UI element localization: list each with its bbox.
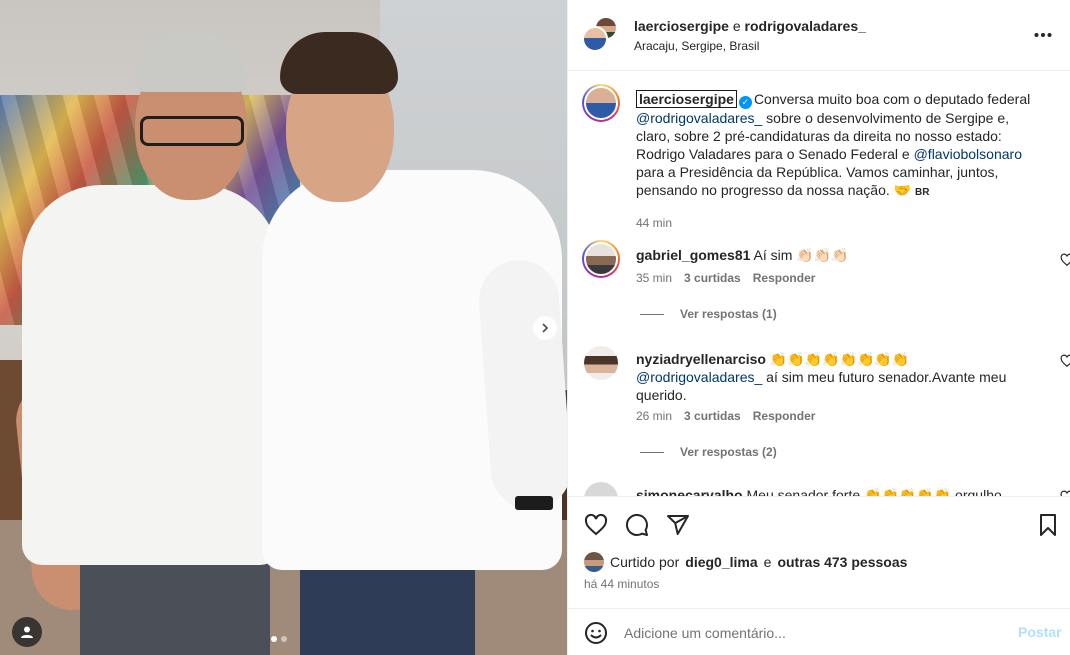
likes-others[interactable]: outras 473 pessoas bbox=[777, 554, 907, 570]
avatar[interactable] bbox=[584, 482, 618, 496]
post-comment-button[interactable]: Postar bbox=[1018, 624, 1062, 640]
photo-person-right-hair bbox=[280, 32, 398, 94]
action-bar: Curtido por dieg0_lima e outras 473 pess… bbox=[568, 496, 1070, 616]
post-header: laerciosergipe e rodrigovaladares_ Araca… bbox=[568, 0, 1070, 71]
replies-divider bbox=[640, 313, 664, 315]
share-icon[interactable] bbox=[666, 513, 690, 537]
heart-icon[interactable] bbox=[584, 513, 608, 537]
comment-meta: 35 min 3 curtidas Responder bbox=[636, 271, 815, 285]
replies-divider bbox=[640, 451, 664, 453]
reply-button[interactable]: Responder bbox=[753, 409, 816, 423]
caption-time: 44 min bbox=[636, 216, 673, 230]
post-authors: laerciosergipe e rodrigovaladares_ bbox=[634, 18, 866, 34]
view-replies-label: Ver respostas (1) bbox=[680, 307, 777, 321]
comment-likes[interactable]: 3 curtidas bbox=[684, 271, 741, 285]
caption-text-part: para a Presidência da República. Vamos c… bbox=[636, 164, 999, 198]
likes-summary[interactable]: Curtido por dieg0_lima e outras 473 pess… bbox=[584, 552, 907, 572]
comment-likes[interactable]: 3 curtidas bbox=[684, 409, 741, 423]
carousel-indicator bbox=[271, 636, 287, 642]
comment-body: Meu senador forte 👏👏👏👏👏 orgulho bbox=[746, 487, 1002, 496]
photo-person-left-shirt bbox=[22, 185, 280, 565]
post-photo[interactable] bbox=[0, 0, 567, 655]
emoji-icon[interactable] bbox=[584, 621, 608, 645]
caption-meta: 44 min bbox=[636, 216, 672, 230]
verified-badge-icon: ✓ bbox=[738, 96, 752, 109]
carousel-dot-active bbox=[271, 636, 277, 642]
reply-button[interactable]: Responder bbox=[753, 271, 816, 285]
user-tag-icon bbox=[21, 626, 33, 638]
comment-like-icon[interactable] bbox=[1060, 354, 1070, 368]
avatar bbox=[584, 552, 604, 572]
collab-avatars[interactable] bbox=[582, 16, 618, 52]
view-replies-button[interactable]: Ver respostas (2) bbox=[640, 445, 777, 459]
avatar[interactable] bbox=[582, 240, 620, 278]
comment-icon[interactable] bbox=[625, 513, 649, 537]
comment-username[interactable]: simonecarvalho bbox=[636, 487, 743, 496]
comment-body: Aí sim 👏🏻👏🏻👏🏻 bbox=[753, 247, 849, 263]
likes-user[interactable]: dieg0_lima bbox=[685, 554, 757, 570]
user-tag-button[interactable] bbox=[12, 617, 42, 647]
comment-time: 35 min bbox=[636, 271, 673, 285]
coauthor-username[interactable]: rodrigovaladares_ bbox=[745, 18, 866, 34]
comment-input[interactable] bbox=[624, 622, 994, 644]
comment-meta: 26 min 3 curtidas Responder bbox=[636, 409, 815, 423]
view-replies-label: Ver respostas (2) bbox=[680, 445, 777, 459]
view-replies-button[interactable]: Ver respostas (1) bbox=[640, 307, 777, 321]
mention-link[interactable]: @rodrigovaladares_ bbox=[636, 369, 762, 385]
caption-text: laerciosergipe ✓ Conversa muito boa com o … bbox=[636, 90, 1036, 202]
avatar[interactable] bbox=[582, 84, 620, 122]
more-icon bbox=[1034, 33, 1052, 37]
chevron-right-icon bbox=[542, 323, 549, 333]
avatar[interactable] bbox=[584, 346, 618, 380]
photo-person-left-glasses bbox=[140, 116, 244, 146]
caption-text-part: Conversa muito boa com o deputado federa… bbox=[753, 91, 1031, 107]
likes-conj: e bbox=[763, 554, 772, 570]
author-conjunction: e bbox=[732, 18, 741, 34]
photo-person-left-hair bbox=[135, 32, 247, 92]
post-timestamp[interactable]: há 44 minutos bbox=[584, 577, 659, 591]
mention-link[interactable]: @rodrigovaladares_ bbox=[636, 110, 762, 126]
comment-text: simonecarvalho Meu senador forte 👏👏👏👏👏 o… bbox=[636, 486, 1036, 496]
post-location[interactable]: Aracaju, Sergipe, Brasil bbox=[634, 39, 759, 53]
avatar bbox=[582, 26, 608, 52]
mention-link[interactable]: @flaviobolsonaro bbox=[914, 146, 1022, 162]
comment-text: nyziadryellenarciso 👏👏👏👏👏👏👏👏 @rodrigoval… bbox=[636, 350, 1036, 404]
caption-username[interactable]: laerciosergipe bbox=[636, 90, 737, 108]
likes-prefix: Curtido por bbox=[610, 554, 680, 570]
comment-username[interactable]: nyziadryellenarciso bbox=[636, 351, 766, 367]
flag-label: BR bbox=[914, 187, 930, 198]
carousel-next-button[interactable] bbox=[533, 316, 557, 340]
more-options-button[interactable] bbox=[1034, 22, 1052, 43]
author-username[interactable]: laerciosergipe bbox=[634, 18, 729, 34]
bookmark-icon[interactable] bbox=[1036, 513, 1060, 537]
comment-username[interactable]: gabriel_gomes81 bbox=[636, 247, 750, 263]
add-comment-bar: Postar bbox=[568, 608, 1070, 655]
post-sidebar: laerciosergipe e rodrigovaladares_ Araca… bbox=[567, 0, 1070, 655]
comments-section[interactable]: laerciosergipe ✓ Conversa muito boa com o … bbox=[568, 72, 1070, 496]
carousel-dot bbox=[281, 636, 287, 642]
comment-like-icon[interactable] bbox=[1060, 253, 1070, 267]
comment-text: gabriel_gomes81 Aí sim 👏🏻👏🏻👏🏻 bbox=[636, 246, 1036, 264]
comment-emojis: 👏👏👏👏👏👏👏👏 bbox=[769, 351, 910, 367]
comment-time: 26 min bbox=[636, 409, 673, 423]
photo-watch bbox=[515, 496, 553, 510]
